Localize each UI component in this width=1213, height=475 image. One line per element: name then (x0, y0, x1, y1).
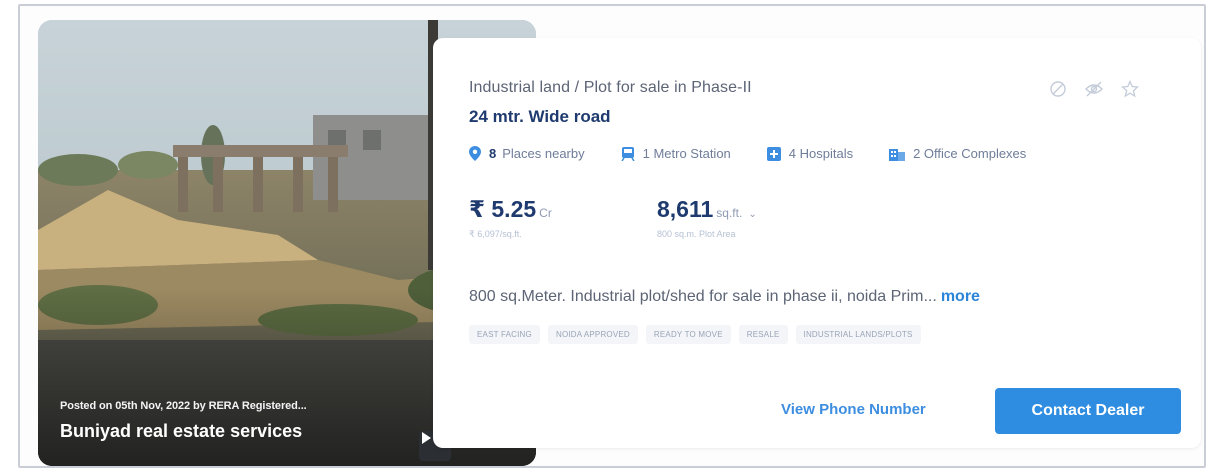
price-block: ₹ 5.25 Cr ₹ 6,097/sq.ft. (469, 196, 552, 240)
dealer-name[interactable]: Buniyad real estate services (60, 421, 307, 442)
view-phone-number-link[interactable]: View Phone Number (781, 401, 926, 418)
more-link[interactable]: more (941, 288, 980, 305)
tag: RESALE (738, 325, 788, 344)
nearby-offices[interactable]: 2 Office Complexes (889, 146, 1026, 161)
reject-icon[interactable] (1047, 78, 1069, 100)
hospital-icon (766, 146, 781, 161)
listing-title[interactable]: Industrial land / Plot for sale in Phase… (469, 79, 752, 97)
nearby-metro[interactable]: 1 Metro Station (621, 146, 731, 161)
tag: READY TO MOVE (645, 325, 731, 344)
offices-label: 2 Office Complexes (913, 146, 1027, 161)
hide-icon[interactable] (1083, 78, 1105, 100)
listing-tags: EAST FACING NOIDA APPROVED READY TO MOVE… (469, 325, 921, 344)
office-icon (889, 148, 906, 161)
listing-subtitle: 24 mtr. Wide road (469, 107, 611, 126)
tag: INDUSTRIAL LANDS/PLOTS (795, 325, 921, 344)
star-icon[interactable] (1119, 78, 1141, 100)
plot-area: 800 sq.m. Plot Area (657, 229, 736, 239)
posted-info: Posted on 05th Nov, 2022 by RERA Registe… (60, 400, 307, 412)
area-value: 8,611 (657, 196, 714, 222)
tag: EAST FACING (469, 325, 540, 344)
contact-dealer-button[interactable]: Contact Dealer (995, 388, 1181, 434)
places-nearby[interactable]: 8 Places nearby (469, 146, 585, 161)
places-label: Places nearby (502, 146, 585, 161)
listing-details-card: Industrial land / Plot for sale in Phase… (433, 38, 1201, 448)
location-pin-icon (469, 146, 481, 161)
description-text: 800 sq.Meter. Industrial plot/shed for s… (469, 288, 937, 305)
listing-actions (1047, 78, 1141, 100)
listing-description: 800 sq.Meter. Industrial plot/shed for s… (469, 288, 980, 306)
photo-caption: Posted on 05th Nov, 2022 by RERA Registe… (60, 400, 307, 442)
tag: NOIDA APPROVED (547, 325, 638, 344)
nearby-places: 8 Places nearby 1 Metro Station 4 Hospit… (469, 146, 1062, 161)
places-count: 8 (489, 146, 497, 161)
area-block: 8,611 sq.ft. ⌄ 800 sq.m. Plot Area (657, 196, 757, 239)
price-per-sqft: ₹ 6,097/sq.ft. (469, 229, 522, 239)
nearby-hospitals[interactable]: 4 Hospitals (766, 146, 854, 161)
price-value: ₹ 5.25 (469, 196, 537, 222)
hospitals-label: 4 Hospitals (788, 146, 854, 161)
area-unit-selector[interactable]: sq.ft. (716, 206, 742, 220)
metro-icon (621, 147, 635, 161)
play-icon (422, 432, 431, 444)
chevron-down-icon[interactable]: ⌄ (748, 209, 756, 220)
metro-label: 1 Metro Station (642, 146, 731, 161)
price-unit: Cr (539, 206, 552, 220)
